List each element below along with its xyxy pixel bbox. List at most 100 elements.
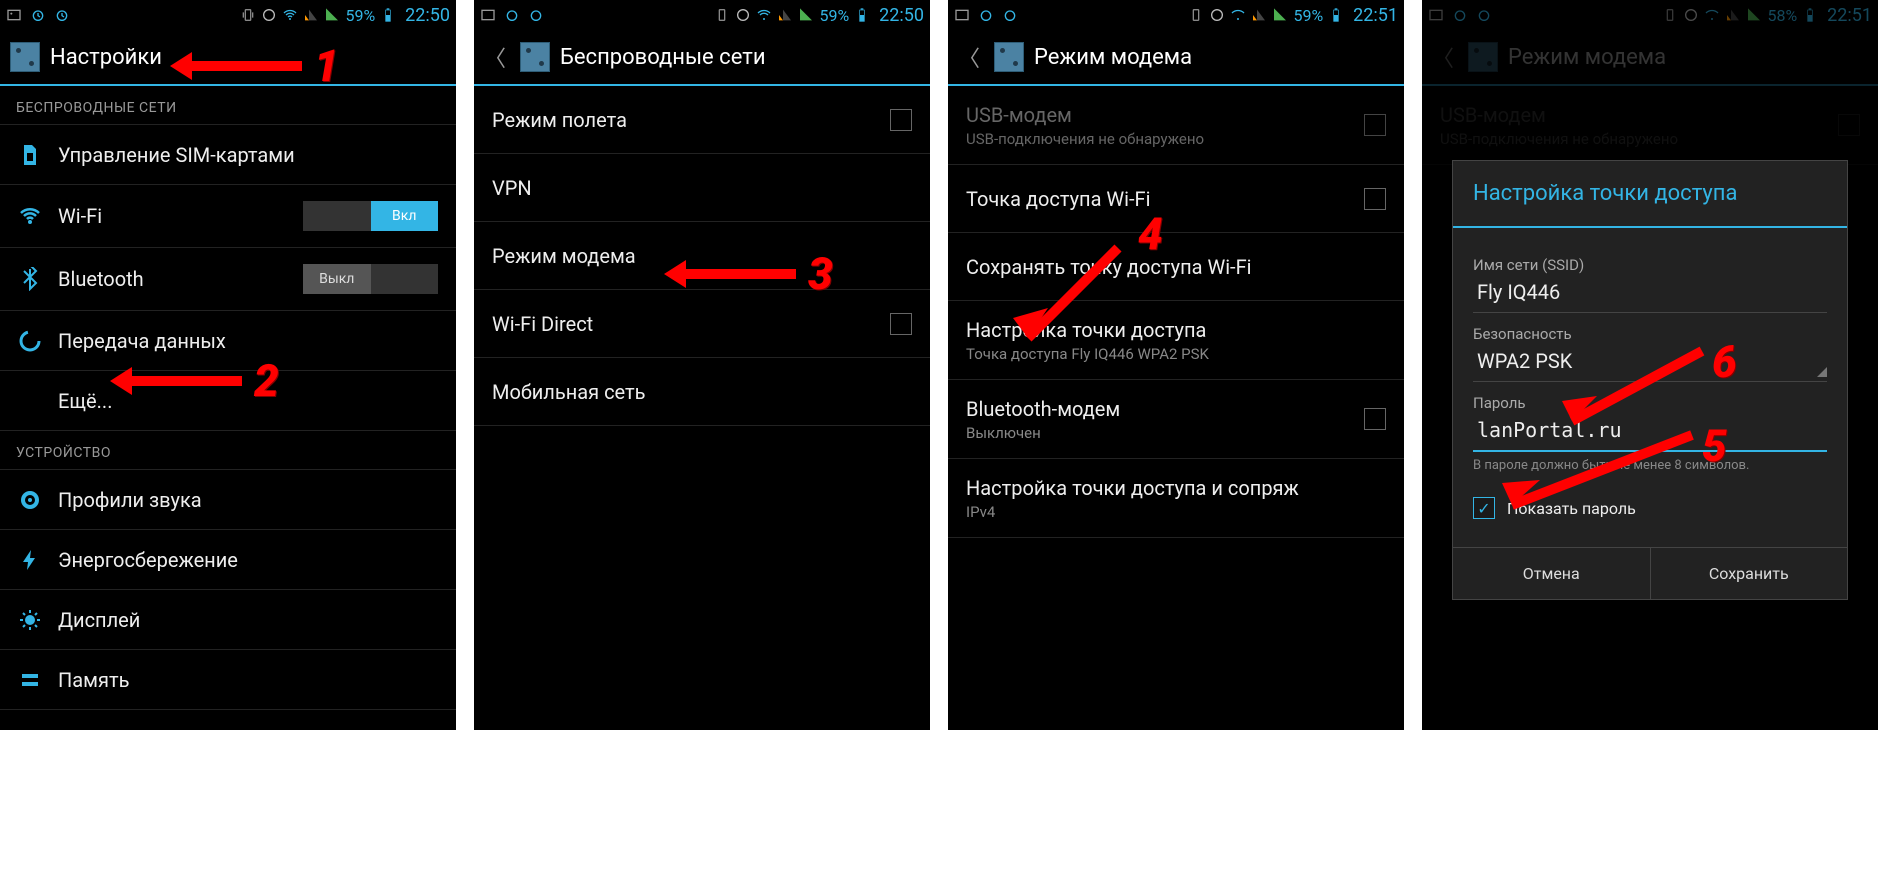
signal-1-icon: [1251, 7, 1267, 23]
audio-profiles-row[interactable]: Профили звука: [0, 470, 456, 530]
battery-icon: [854, 7, 870, 23]
pairing-row[interactable]: Настройка точки доступа и сопряж IPv4: [948, 459, 1404, 538]
wifi-hotspot-row[interactable]: Точка доступа Wi-Fi: [948, 165, 1404, 233]
battery-icon: [18, 728, 42, 731]
airplane-checkbox[interactable]: [890, 109, 912, 131]
power-icon: [18, 548, 42, 572]
tethering-row[interactable]: Режим модема: [474, 222, 930, 290]
battery-row[interactable]: Батарея: [0, 710, 456, 730]
dialog-scrim[interactable]: Настройка точки доступа Имя сети (SSID) …: [1422, 0, 1878, 730]
page-title: Настройки: [50, 45, 162, 70]
password-hint: В пароле должно быть не менее 8 символов…: [1473, 458, 1827, 473]
sim-management-row[interactable]: Управление SIM-картами: [0, 125, 456, 185]
wifi-direct-row[interactable]: Wi-Fi Direct: [474, 290, 930, 358]
blank-icon: [18, 389, 42, 413]
security-label: Безопасность: [1473, 325, 1827, 343]
title-bar[interactable]: 〈 Режим модема: [948, 30, 1404, 86]
clock-icon: [261, 7, 277, 23]
password-input[interactable]: lanPortal.ru: [1473, 412, 1827, 452]
title-bar: Настройки: [0, 30, 456, 86]
phone-4-hotspot-dialog: 58% 22:51 〈 Режим модема USB-модем USB-п…: [1422, 0, 1878, 730]
data-icon: [18, 329, 42, 353]
password-label: Пароль: [1473, 394, 1827, 412]
setup-hotspot-row[interactable]: Настройка точки доступа Точка доступа Fl…: [948, 301, 1404, 380]
status-bar: 59% 22:51: [948, 0, 1404, 30]
keep-hotspot-row[interactable]: Сохранять точку доступа Wi-Fi: [948, 233, 1404, 301]
battery-text: 59%: [1293, 6, 1323, 25]
security-spinner[interactable]: WPA2 PSK: [1473, 343, 1827, 382]
alarm-icon: [978, 7, 994, 23]
back-caret-icon[interactable]: 〈: [958, 41, 984, 73]
wifi-icon: [18, 204, 42, 228]
vibrate-icon: [240, 7, 256, 23]
battery-text: 59%: [345, 6, 375, 25]
save-button[interactable]: Сохранить: [1651, 548, 1848, 599]
picture-icon: [6, 7, 22, 23]
hotspot-setup-dialog: Настройка точки доступа Имя сети (SSID) …: [1452, 160, 1848, 600]
airplane-mode-row[interactable]: Режим полета: [474, 86, 930, 154]
signal-2-icon: [1272, 7, 1288, 23]
display-row[interactable]: Дисплей: [0, 590, 456, 650]
ssid-input[interactable]: Fly IQ446: [1473, 274, 1827, 313]
more-row[interactable]: Ещё...: [0, 371, 456, 431]
bt-tether-row[interactable]: Bluetooth-модем Выключен: [948, 380, 1404, 459]
vpn-row[interactable]: VPN: [474, 154, 930, 222]
memory-row[interactable]: Память: [0, 650, 456, 710]
mobile-network-row[interactable]: Мобильная сеть: [474, 358, 930, 426]
picture-icon: [954, 7, 970, 23]
phone-1-settings: 59% 22:50 Настройки БЕСПРОВОДНЫЕ СЕТИ Уп…: [0, 0, 456, 730]
battery-icon: [1328, 7, 1344, 23]
alarm-icon: [30, 7, 46, 23]
bluetooth-toggle[interactable]: Выкл: [303, 264, 438, 294]
show-password-checkbox[interactable]: ✓: [1473, 497, 1495, 519]
dropdown-triangle-icon: [1817, 367, 1827, 377]
bluetooth-icon: [18, 267, 42, 291]
signal-2-icon: [798, 7, 814, 23]
wifihs-checkbox[interactable]: [1364, 188, 1386, 210]
clock-icon: [735, 7, 751, 23]
usb-checkbox: [1364, 114, 1386, 136]
dialog-title: Настройка точки доступа: [1453, 161, 1847, 228]
alarm-icon: [54, 7, 70, 23]
power-saving-row[interactable]: Энергосбережение: [0, 530, 456, 590]
clock-icon: [1209, 7, 1225, 23]
data-usage-row[interactable]: Передача данных: [0, 311, 456, 371]
settings-app-icon: [520, 42, 550, 72]
wifi-icon: [1230, 7, 1246, 23]
status-bar: 59% 22:50: [474, 0, 930, 30]
cancel-button[interactable]: Отмена: [1453, 548, 1651, 599]
vibrate-icon: [1188, 7, 1204, 23]
section-device: УСТРОЙСТВО: [0, 431, 456, 470]
show-password-label: Показать пароль: [1507, 499, 1636, 518]
signal-1-icon: [303, 7, 319, 23]
wifi-row[interactable]: Wi-Fi Вкл: [0, 185, 456, 248]
wifidirect-checkbox[interactable]: [890, 313, 912, 335]
sim-icon: [18, 143, 42, 167]
bt-checkbox[interactable]: [1364, 408, 1386, 430]
alarm-icon: [528, 7, 544, 23]
memory-icon: [18, 668, 42, 692]
display-icon: [18, 608, 42, 632]
settings-app-icon: [10, 42, 40, 72]
battery-icon: [380, 7, 396, 23]
title-bar[interactable]: 〈 Беспроводные сети: [474, 30, 930, 86]
bluetooth-row[interactable]: Bluetooth Выкл: [0, 248, 456, 311]
clock-text: 22:51: [1353, 5, 1398, 26]
battery-text: 59%: [819, 6, 849, 25]
ssid-label: Имя сети (SSID): [1473, 256, 1827, 274]
wifi-icon: [282, 7, 298, 23]
phone-2-wireless: 59% 22:50 〈 Беспроводные сети Режим поле…: [474, 0, 930, 730]
back-caret-icon[interactable]: 〈: [484, 41, 510, 73]
alarm-icon: [1002, 7, 1018, 23]
settings-app-icon: [994, 42, 1024, 72]
clock-text: 22:50: [879, 5, 924, 26]
section-wireless: БЕСПРОВОДНЫЕ СЕТИ: [0, 86, 456, 125]
usb-tether-row: USB-модем USB-подключения не обнаружено: [948, 86, 1404, 165]
wifi-icon: [756, 7, 772, 23]
status-bar: 59% 22:50: [0, 0, 456, 30]
clock-text: 22:50: [405, 5, 450, 26]
show-password-row[interactable]: ✓ Показать пароль: [1473, 497, 1827, 519]
page-title: Беспроводные сети: [560, 45, 766, 70]
wifi-toggle[interactable]: Вкл: [303, 201, 438, 231]
picture-icon: [480, 7, 496, 23]
